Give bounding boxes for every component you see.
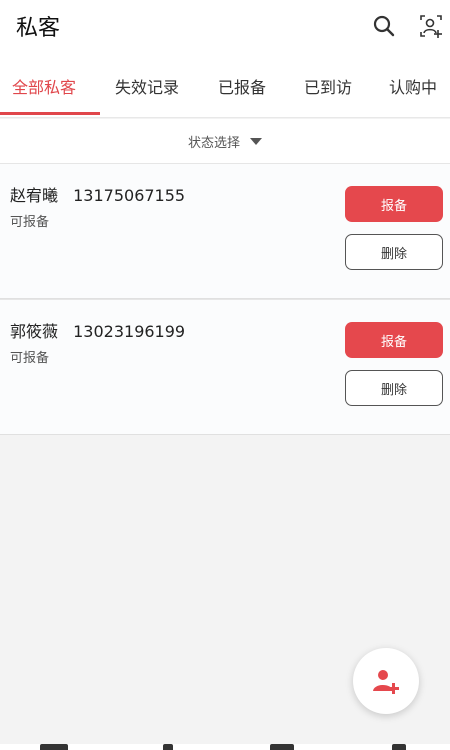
nav-profile-icon[interactable]	[392, 744, 406, 750]
customer-phone: 13023196199	[73, 322, 186, 341]
page-title: 私客	[16, 16, 61, 41]
search-button[interactable]	[370, 12, 398, 40]
customer-name: 郭筱薇	[10, 322, 59, 341]
search-icon	[373, 15, 395, 37]
nav-location-icon[interactable]	[163, 744, 173, 750]
tab-subscribing[interactable]: 认购中	[389, 74, 437, 98]
customer-card: 赵宥曦 13175067155 可报备 报备 删除	[0, 163, 450, 299]
customer-status: 可报备	[10, 215, 50, 230]
customer-status: 可报备	[10, 351, 50, 366]
contact-add-icon	[420, 15, 442, 38]
customer-name: 赵宥曦	[10, 186, 59, 205]
add-user-icon	[373, 670, 399, 694]
nav-message-icon[interactable]	[270, 744, 294, 750]
delete-button[interactable]: 删除	[345, 234, 443, 270]
status-filter-label: 状态选择	[187, 135, 240, 151]
customer-list: 赵宥曦 13175067155 可报备 报备 删除 郭筱薇 1302319619…	[0, 163, 450, 435]
customer-phone: 13175067155	[73, 186, 186, 205]
app-header: 私客	[0, 0, 450, 56]
tab-visited[interactable]: 已到访	[304, 74, 352, 98]
tab-all-private-clients[interactable]: 全部私客	[12, 74, 76, 98]
add-customer-button[interactable]	[353, 648, 419, 714]
status-filter[interactable]: 状态选择	[0, 119, 450, 163]
tab-bar: 全部私客 失效记录 已报备 已到访 认购中	[0, 56, 450, 118]
customer-card: 郭筱薇 13023196199 可报备 报备 删除	[0, 299, 450, 435]
caret-down-icon	[250, 137, 262, 145]
tab-expired-records[interactable]: 失效记录	[115, 74, 179, 98]
nav-home-icon[interactable]	[40, 744, 68, 750]
tab-reported[interactable]: 已报备	[218, 74, 266, 98]
report-button[interactable]: 报备	[345, 186, 443, 222]
contact-add-button[interactable]	[417, 12, 445, 40]
active-tab-indicator	[0, 112, 100, 115]
bottom-nav-bar	[0, 744, 450, 750]
report-button[interactable]: 报备	[345, 322, 443, 358]
delete-button[interactable]: 删除	[345, 370, 443, 406]
